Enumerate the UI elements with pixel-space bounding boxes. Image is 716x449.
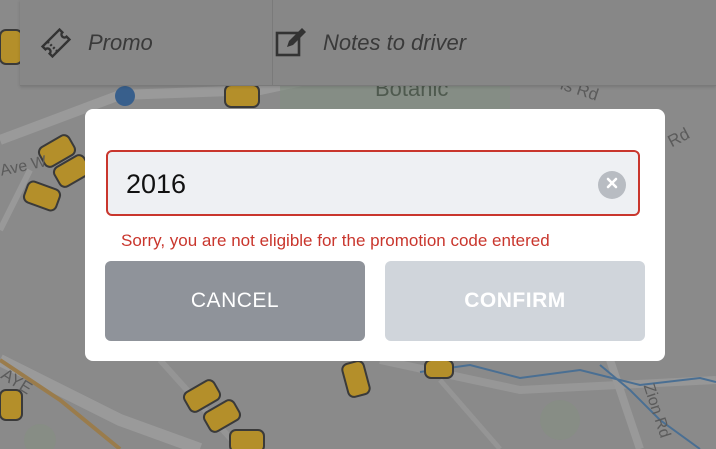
promo-code-field xyxy=(106,150,640,216)
promo-code-dialog: Sorry, you are not eligible for the prom… xyxy=(85,109,665,361)
confirm-button[interactable]: CONFIRM xyxy=(385,261,645,341)
promo-code-input[interactable] xyxy=(126,164,586,204)
promo-label: Promo xyxy=(88,29,153,55)
notes-to-driver-button[interactable]: Notes to driver xyxy=(272,0,713,85)
promo-error-message: Sorry, you are not eligible for the prom… xyxy=(121,231,550,250)
notes-label: Notes to driver xyxy=(323,29,467,55)
booking-options-bar: Promo Notes to driver xyxy=(20,0,716,86)
edit-note-icon xyxy=(273,25,309,61)
clear-circle-icon xyxy=(605,176,619,195)
ticket-icon xyxy=(38,25,74,61)
cancel-button[interactable]: CANCEL xyxy=(105,261,365,341)
clear-input-button[interactable] xyxy=(598,171,626,199)
promo-button[interactable]: Promo xyxy=(38,0,256,85)
